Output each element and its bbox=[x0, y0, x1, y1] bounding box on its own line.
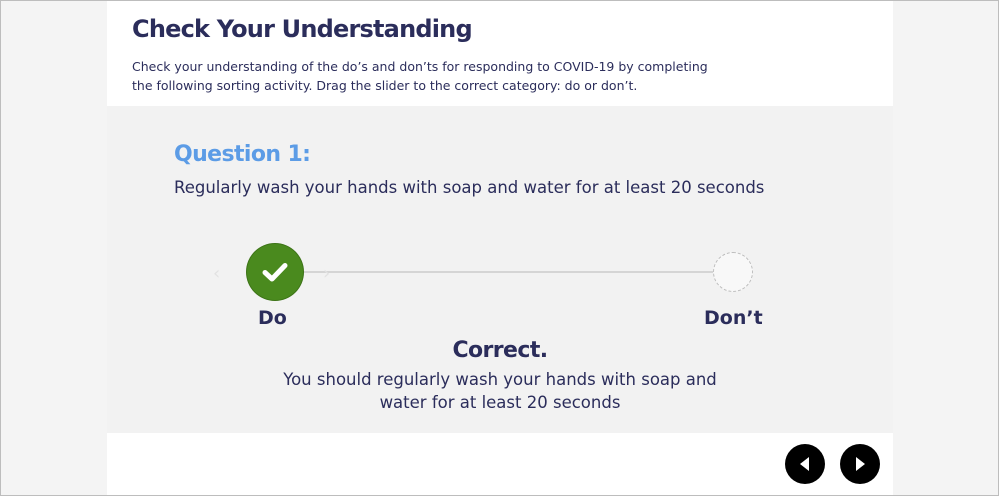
header: Check Your Understanding Check your unde… bbox=[107, 1, 893, 106]
do-label: Do bbox=[258, 307, 287, 329]
checkmark-icon bbox=[262, 263, 288, 282]
feedback-title: Correct. bbox=[452, 338, 549, 363]
slider-track[interactable] bbox=[275, 271, 715, 273]
slider-handle[interactable] bbox=[247, 244, 303, 300]
chevron-left-hint-icon: ‹ bbox=[213, 263, 221, 284]
triangle-left-icon bbox=[800, 457, 809, 471]
next-button[interactable] bbox=[840, 444, 880, 484]
chevron-right-hint-icon: › bbox=[323, 263, 331, 284]
dont-drop-target[interactable] bbox=[713, 252, 753, 292]
lesson-content: Check Your Understanding Check your unde… bbox=[107, 1, 893, 495]
previous-button[interactable] bbox=[785, 444, 825, 484]
page-title: Check Your Understanding bbox=[132, 15, 473, 43]
dont-label: Don’t bbox=[704, 307, 763, 329]
page-subtitle: Check your understanding of the do’s and… bbox=[132, 59, 708, 93]
question-heading: Question 1: bbox=[174, 142, 311, 167]
lesson-frame: Check Your Understanding Check your unde… bbox=[0, 0, 999, 496]
question-panel: Question 1: Regularly wash your hands wi… bbox=[107, 106, 893, 433]
question-text: Regularly wash your hands with soap and … bbox=[174, 178, 765, 197]
triangle-right-icon bbox=[856, 457, 865, 471]
feedback-text: You should regularly wash your hands wit… bbox=[283, 370, 717, 412]
